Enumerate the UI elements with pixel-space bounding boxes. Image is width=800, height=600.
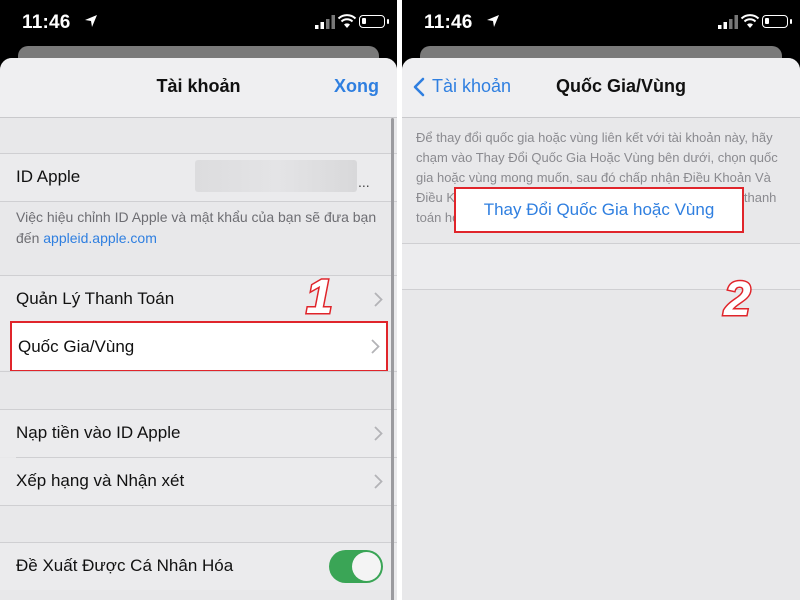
account-sheet: Tài khoản Xong ID Apple ... Việc hiệu ch…: [0, 58, 397, 600]
wifi-icon: [740, 14, 760, 28]
change-country-region-button[interactable]: Thay Đổi Quốc Gia hoặc Vùng: [454, 187, 744, 233]
signal-icon: [315, 15, 335, 29]
status-bar: 11:46: [0, 0, 397, 46]
done-button[interactable]: Xong: [334, 76, 379, 97]
status-time: 11:46: [424, 12, 473, 33]
add-funds-row[interactable]: Nạp tiền vào ID Apple: [0, 410, 397, 457]
add-funds-label: Nạp tiền vào ID Apple: [16, 423, 181, 442]
chevron-right-icon: [371, 339, 380, 354]
scrollbar[interactable]: [391, 118, 394, 600]
location-icon: [487, 15, 499, 27]
signal-icon: [718, 15, 738, 29]
chevron-right-icon: [374, 474, 383, 489]
divider: [0, 153, 397, 154]
ratings-reviews-row[interactable]: Xếp hạng và Nhận xét: [0, 458, 397, 505]
left-screen: 11:46 Tài khoản Xong ID Apple ... Việc h…: [0, 0, 397, 600]
personalized-recommendations-label: Đề Xuất Được Cá Nhân Hóa: [16, 556, 234, 575]
chevron-right-icon: [374, 292, 383, 307]
chevron-left-icon: [413, 77, 425, 96]
divider: [0, 505, 397, 506]
personalized-toggle[interactable]: [329, 550, 383, 583]
country-region-sheet: Tài khoản Quốc Gia/Vùng Để thay đổi quốc…: [402, 58, 800, 600]
right-screen: 11:46 Tài khoản Quốc Gia/Vùng Để thay đổ…: [402, 0, 800, 600]
page-title: Quốc Gia/Vùng: [555, 76, 686, 96]
manage-payments-label: Quản Lý Thanh Toán: [16, 289, 175, 308]
battery-icon: [359, 15, 389, 28]
country-region-highlight[interactable]: Quốc Gia/Vùng: [10, 321, 388, 372]
status-time: 11:46: [22, 12, 71, 33]
apple-id-label: ID Apple: [16, 167, 81, 186]
toggle-knob: [352, 552, 381, 581]
manage-payments-row[interactable]: Quản Lý Thanh Toán: [0, 276, 397, 323]
appleid-link[interactable]: appleid.apple.com: [43, 230, 157, 246]
country-region-label: Quốc Gia/Vùng: [18, 337, 135, 356]
chevron-right-icon: [374, 426, 383, 441]
apple-id-value-blurred: [195, 160, 357, 192]
step-number-1: 1: [305, 270, 335, 326]
apple-id-footnote: Việc hiệu chỉnh ID Apple và mật khẩu của…: [16, 207, 381, 249]
step-number-2: 2: [723, 272, 753, 328]
ratings-reviews-label: Xếp hạng và Nhận xét: [16, 471, 185, 490]
nav-bar: Tài khoản Quốc Gia/Vùng: [402, 58, 800, 118]
wifi-icon: [337, 14, 357, 28]
divider: [0, 201, 397, 202]
status-bar: 11:46: [402, 0, 800, 46]
personalized-recommendations-row: Đề Xuất Được Cá Nhân Hóa: [0, 543, 397, 590]
location-icon: [85, 15, 97, 27]
divider: [0, 371, 397, 372]
nav-bar: Tài khoản Xong: [0, 58, 397, 118]
battery-icon: [762, 15, 792, 28]
apple-id-value: ...: [358, 174, 370, 190]
